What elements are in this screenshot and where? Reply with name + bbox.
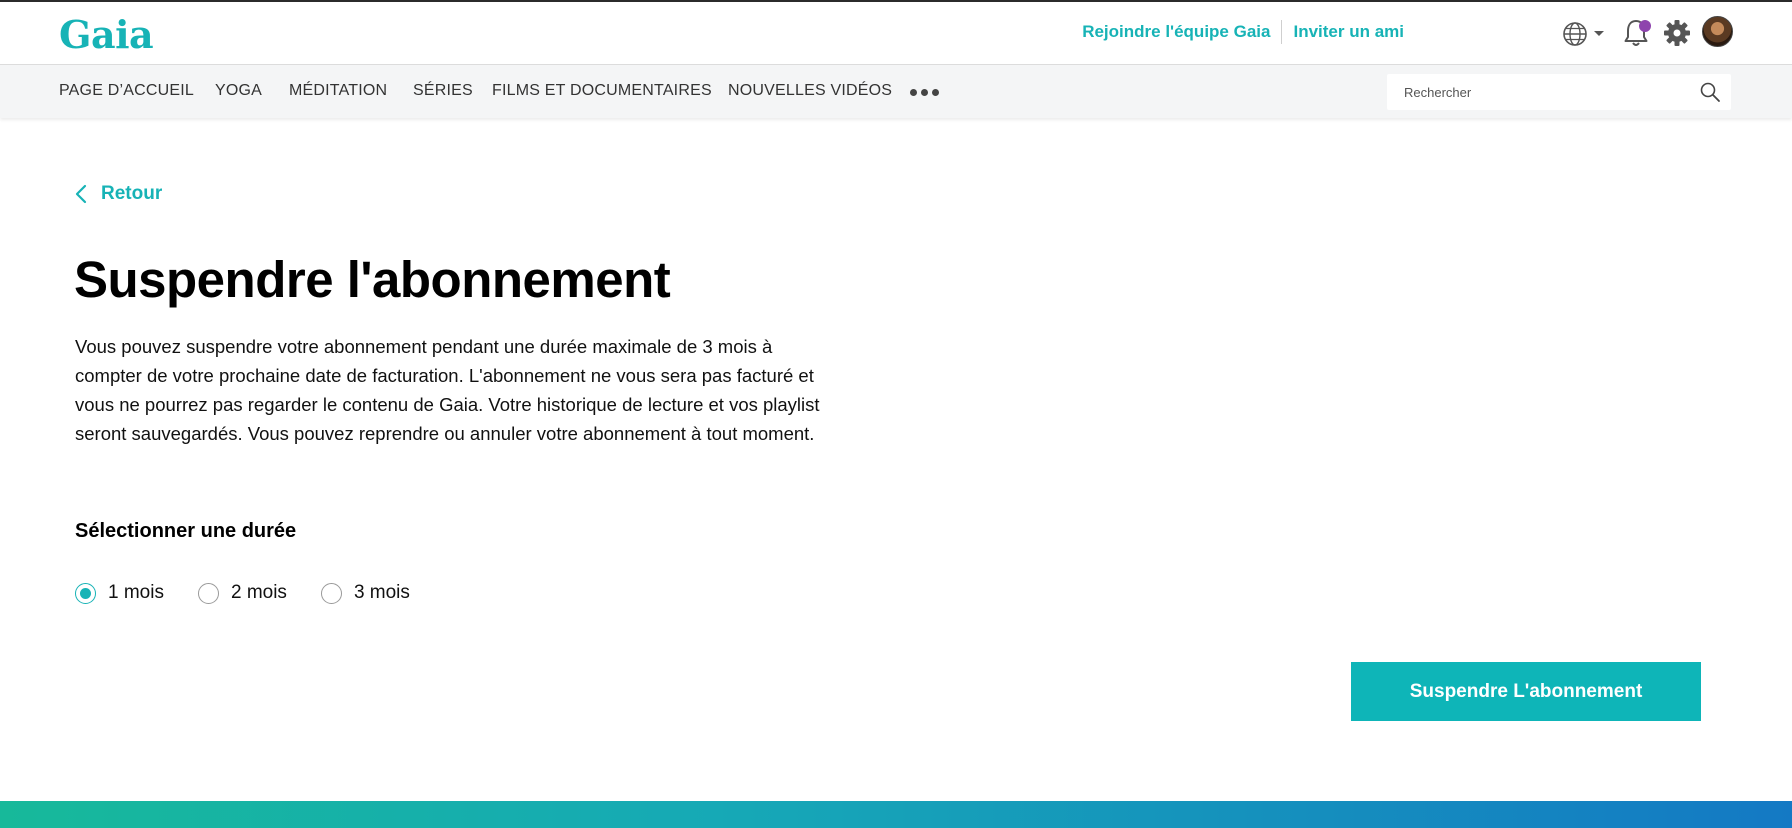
search-box: [1387, 74, 1731, 110]
avatar[interactable]: [1702, 16, 1733, 47]
back-link[interactable]: Retour: [75, 183, 162, 205]
nav-item-films[interactable]: FILMS ET DOCUMENTAIRES: [492, 82, 712, 100]
notification-dot: [1639, 20, 1651, 32]
join-team-link[interactable]: Rejoindre l'équipe Gaia: [1082, 22, 1270, 42]
language-selector[interactable]: [1562, 20, 1606, 48]
header-links: Rejoindre l'équipe Gaia Inviter un ami: [1082, 20, 1404, 44]
globe-icon: [1563, 22, 1587, 46]
radio-button[interactable]: [197, 582, 219, 604]
radio-button[interactable]: [75, 582, 96, 604]
header-link-divider: [1281, 20, 1283, 44]
nav-item-yoga[interactable]: YOGA: [215, 82, 262, 100]
search-input[interactable]: [1387, 74, 1731, 110]
nav-item-meditation[interactable]: MÉDITATION: [289, 82, 387, 100]
settings-button[interactable]: [1662, 18, 1692, 48]
duration-radio-group: 1 mois 2 mois 3 mois: [75, 582, 444, 604]
gear-icon: [1664, 20, 1690, 46]
notifications-button[interactable]: [1623, 17, 1653, 49]
more-menu-button[interactable]: [910, 89, 939, 96]
footer-gradient-band: [0, 801, 1792, 828]
nav-item-series[interactable]: SÉRIES: [413, 82, 473, 100]
pause-subscription-button[interactable]: Suspendre L'abonnement: [1351, 662, 1701, 721]
invite-friend-link[interactable]: Inviter un ami: [1293, 22, 1404, 42]
duration-option-2-months[interactable]: 2 mois: [197, 582, 287, 604]
duration-label: Sélectionner une durée: [75, 520, 297, 542]
back-label: Retour: [101, 183, 163, 204]
chevron-down-icon: [1594, 31, 1604, 36]
bell-icon: [1624, 20, 1651, 46]
pause-description: Vous pouvez suspendre votre abonnement p…: [75, 336, 820, 444]
nav-item-home[interactable]: PAGE D’ACCUEIL: [59, 82, 194, 100]
chevron-left-icon: [75, 184, 87, 204]
radio-label: 1 mois: [108, 582, 164, 603]
gaia-logo[interactable]: Gaia: [59, 12, 154, 57]
page-title: Suspendre l'abonnement: [74, 251, 671, 308]
radio-label: 3 mois: [353, 582, 410, 603]
radio-button[interactable]: [320, 582, 342, 604]
search-icon[interactable]: [1699, 81, 1721, 103]
top-header: Gaia Rejoindre l'équipe Gaia Inviter un …: [0, 0, 1792, 65]
radio-label: 2 mois: [230, 582, 287, 603]
main-nav: PAGE D’ACCUEIL YOGA MÉDITATION SÉRIES FI…: [0, 65, 1792, 118]
more-dots-icon: [910, 89, 917, 96]
duration-option-3-months[interactable]: 3 mois: [320, 582, 410, 604]
duration-option-1-month[interactable]: 1 mois: [75, 582, 164, 604]
nav-item-new-videos[interactable]: NOUVELLES VIDÉOS: [728, 82, 892, 100]
